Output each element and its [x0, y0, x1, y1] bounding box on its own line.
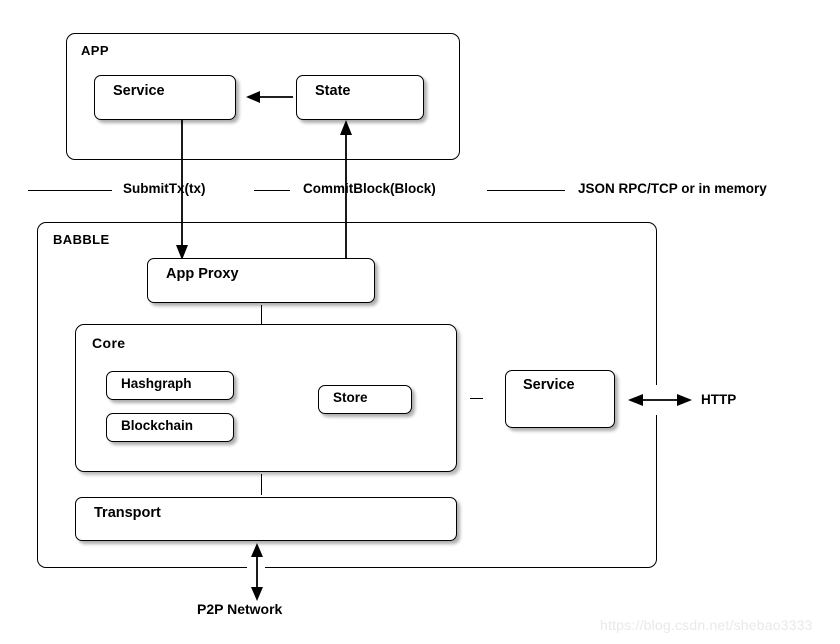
- boundary-label-commit-block: CommitBlock(Block): [303, 181, 436, 196]
- connector-core-transport: [261, 474, 262, 495]
- connector-appproxy-core: [261, 305, 262, 324]
- diagram-canvas: APP Service State SubmitTx(tx) CommitBlo…: [0, 0, 840, 644]
- boundary-label-submit-tx: SubmitTx(tx): [123, 181, 206, 196]
- group-babble-label: BABBLE: [53, 232, 110, 247]
- group-core-label: Core: [92, 335, 126, 351]
- node-service-app[interactable]: Service: [94, 75, 236, 120]
- node-service-app-label: Service: [113, 83, 165, 99]
- node-blockchain-label: Blockchain: [121, 418, 194, 433]
- node-transport-label: Transport: [94, 505, 161, 521]
- node-state[interactable]: State: [296, 75, 424, 120]
- node-app-proxy[interactable]: App Proxy: [147, 258, 375, 303]
- arrow-state-to-service: [246, 91, 293, 103]
- arrow-http-bidirectional: [628, 394, 692, 406]
- node-blockchain[interactable]: Blockchain: [106, 413, 234, 442]
- arrow-p2p-bidirectional: [251, 543, 263, 601]
- boundary-segment-1: [28, 190, 112, 191]
- connector-core-service-dash: [470, 398, 483, 399]
- node-hashgraph-label: Hashgraph: [121, 376, 192, 391]
- boundary-label-protocol: JSON RPC/TCP or in memory: [578, 181, 767, 196]
- edge-label-http: HTTP: [701, 392, 737, 407]
- group-app-label: APP: [81, 43, 109, 58]
- boundary-segment-2: [254, 190, 290, 191]
- node-service-babble[interactable]: Service: [505, 370, 615, 428]
- node-service-babble-label: Service: [523, 377, 575, 393]
- node-app-proxy-label: App Proxy: [166, 266, 239, 282]
- node-hashgraph[interactable]: Hashgraph: [106, 371, 234, 400]
- boundary-segment-3: [487, 190, 565, 191]
- edge-label-p2p: P2P Network: [197, 601, 283, 617]
- node-state-label: State: [315, 83, 351, 99]
- node-store[interactable]: Store: [318, 385, 412, 414]
- node-store-label: Store: [333, 390, 368, 405]
- node-transport[interactable]: Transport: [75, 497, 457, 541]
- watermark: https://blog.csdn.net/shebao3333: [600, 617, 813, 633]
